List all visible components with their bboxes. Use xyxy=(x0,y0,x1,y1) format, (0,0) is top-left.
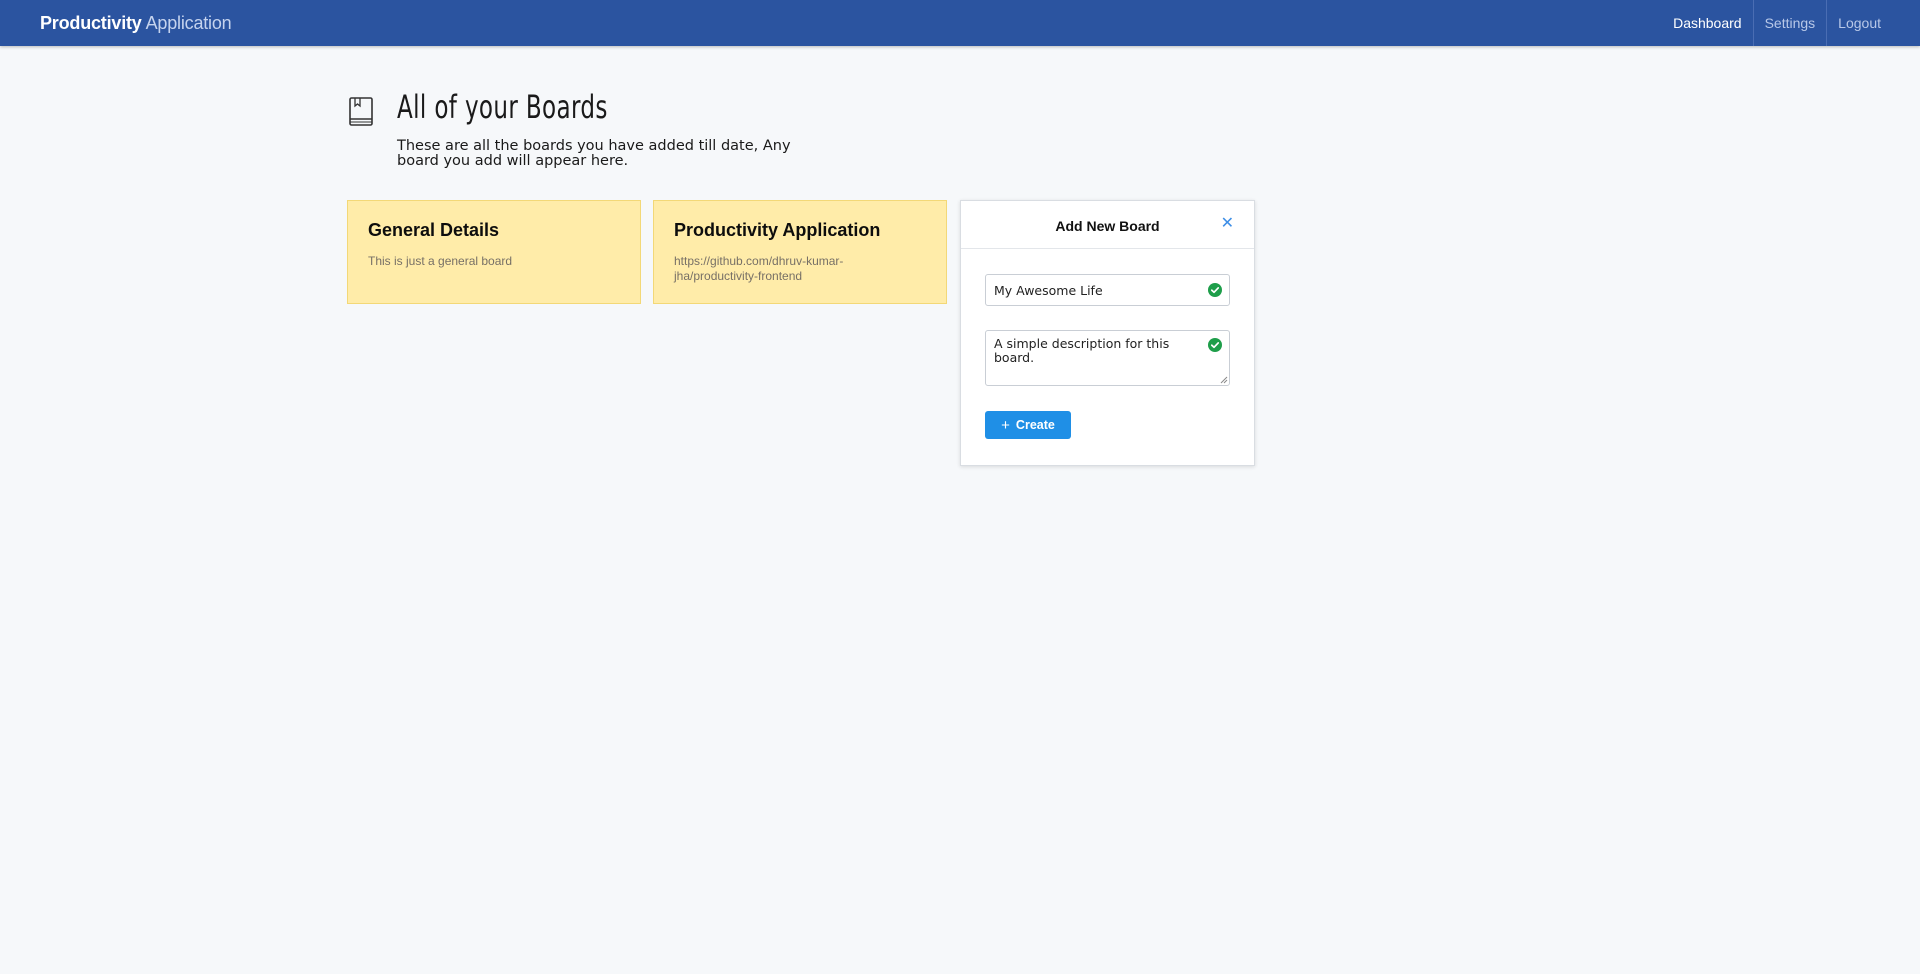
nav-link-settings[interactable]: Settings xyxy=(1752,0,1827,46)
board-description-field-wrap: A simple description for this board. xyxy=(985,330,1230,386)
board-description: https://github.com/dhruv-kumar-jha/produ… xyxy=(674,254,844,283)
nav-link-logout[interactable]: Logout xyxy=(1826,0,1920,46)
page-title: All of your Boards xyxy=(397,88,608,126)
board-name-input[interactable] xyxy=(985,274,1230,306)
board-card[interactable]: Productivity Application https://github.… xyxy=(653,200,947,304)
create-button-label: Create xyxy=(1015,418,1055,432)
panel-header: Add New Board ✕ xyxy=(961,201,1254,249)
board-card[interactable]: General Details This is just a general b… xyxy=(347,200,641,304)
check-circle-icon xyxy=(1208,283,1222,297)
book-icon xyxy=(349,97,373,126)
brand-name-light: Application xyxy=(145,13,232,33)
panel-title: Add New Board xyxy=(1055,218,1160,234)
board-title: Productivity Application xyxy=(674,220,881,240)
board-description: This is just a general board xyxy=(368,254,513,268)
top-navbar: Productivity Application Dashboard Settin… xyxy=(0,0,1920,46)
board-title: General Details xyxy=(368,220,500,240)
board-description-textarea[interactable]: A simple description for this board. xyxy=(985,330,1230,386)
create-button[interactable]: + Create xyxy=(985,411,1071,439)
brand-name-strong: Productivity xyxy=(40,13,142,33)
nav-link-dashboard[interactable]: Dashboard xyxy=(1662,0,1753,46)
brand-logo[interactable]: Productivity Application xyxy=(40,0,232,46)
add-board-panel: Add New Board ✕ A simple description for… xyxy=(960,200,1255,466)
plus-icon: + xyxy=(1001,416,1010,434)
page-subtitle: These are all the boards you have added … xyxy=(397,138,791,169)
board-name-field-wrap xyxy=(985,274,1230,306)
resize-grip-icon[interactable] xyxy=(1220,376,1228,384)
close-icon[interactable]: ✕ xyxy=(1221,214,1234,234)
nav-links: Dashboard Settings Logout xyxy=(1662,0,1920,46)
check-circle-icon xyxy=(1208,338,1222,352)
